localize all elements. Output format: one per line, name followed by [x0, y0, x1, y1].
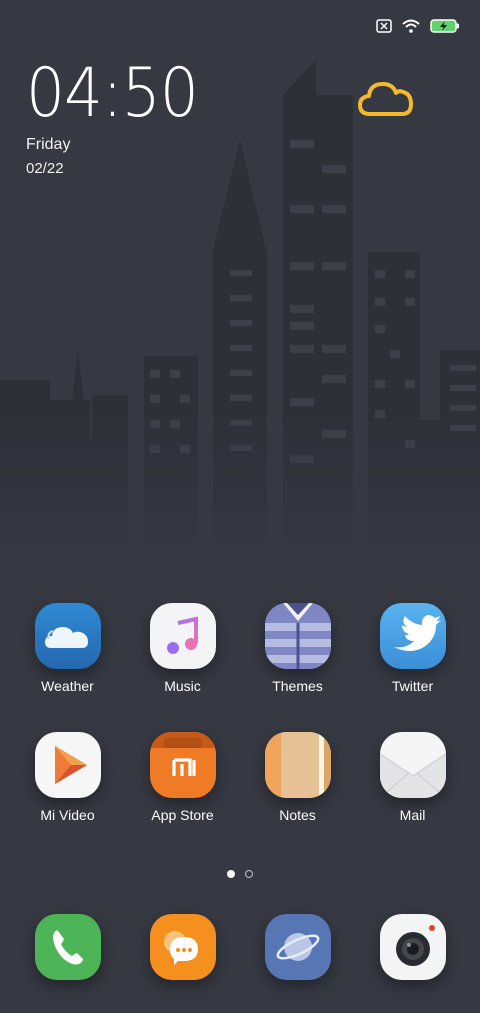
app-label: Themes: [272, 678, 323, 694]
app-label: Weather: [41, 678, 94, 694]
clock-day: Friday: [26, 136, 71, 153]
twitter-app-icon: [379, 603, 446, 669]
browser-icon: [264, 914, 331, 980]
app-themes[interactable]: Themes: [248, 603, 348, 694]
messaging-icon: [149, 914, 216, 980]
app-row-1: Weather Music Themes Twitter: [0, 603, 480, 694]
weather-app-icon: [34, 603, 101, 669]
clock-time: 04:50: [26, 54, 199, 133]
app-label: Music: [164, 678, 201, 694]
wifi-icon: [402, 19, 420, 33]
music-app-icon: [149, 603, 216, 669]
dock-messaging[interactable]: [133, 914, 233, 980]
dock-browser[interactable]: [248, 914, 348, 980]
page-indicator[interactable]: [0, 870, 480, 878]
page-dot-active[interactable]: [227, 870, 235, 878]
app-music[interactable]: Music: [133, 603, 233, 694]
app-row-2: Mi Video App Store Notes Mail: [0, 732, 480, 823]
camera-icon: [379, 914, 446, 980]
app-store-app-icon: [149, 732, 216, 798]
app-label: Mi Video: [40, 807, 95, 823]
app-label: Mail: [399, 807, 426, 823]
themes-app-icon: [264, 603, 331, 669]
mi-video-app-icon: [34, 732, 101, 798]
app-app-store[interactable]: App Store: [133, 732, 233, 823]
app-label: Twitter: [391, 678, 434, 694]
battery-charging-icon: [430, 19, 459, 33]
no-sim-icon: [376, 19, 392, 33]
app-label: App Store: [151, 807, 214, 823]
app-notes[interactable]: Notes: [248, 732, 348, 823]
app-mi-video[interactable]: Mi Video: [18, 732, 118, 823]
dock: [0, 914, 480, 980]
clock-widget[interactable]: 04:50 Friday 02/22: [26, 54, 217, 178]
app-weather[interactable]: Weather: [18, 603, 118, 694]
app-grid: Weather Music Themes Twitter Mi Video Ap…: [0, 603, 480, 861]
status-bar: [376, 14, 460, 38]
cloud-outline-icon: [358, 82, 413, 116]
app-mail[interactable]: Mail: [363, 732, 463, 823]
weather-widget[interactable]: [356, 72, 416, 122]
page-dot[interactable]: [245, 870, 253, 878]
dock-camera[interactable]: [363, 914, 463, 980]
dock-phone[interactable]: [18, 914, 118, 980]
app-twitter[interactable]: Twitter: [363, 603, 463, 694]
notes-app-icon: [264, 732, 331, 798]
mail-app-icon: [379, 732, 446, 798]
clock-date: 02/22: [26, 160, 64, 177]
phone-icon: [34, 914, 101, 980]
app-label: Notes: [279, 807, 316, 823]
